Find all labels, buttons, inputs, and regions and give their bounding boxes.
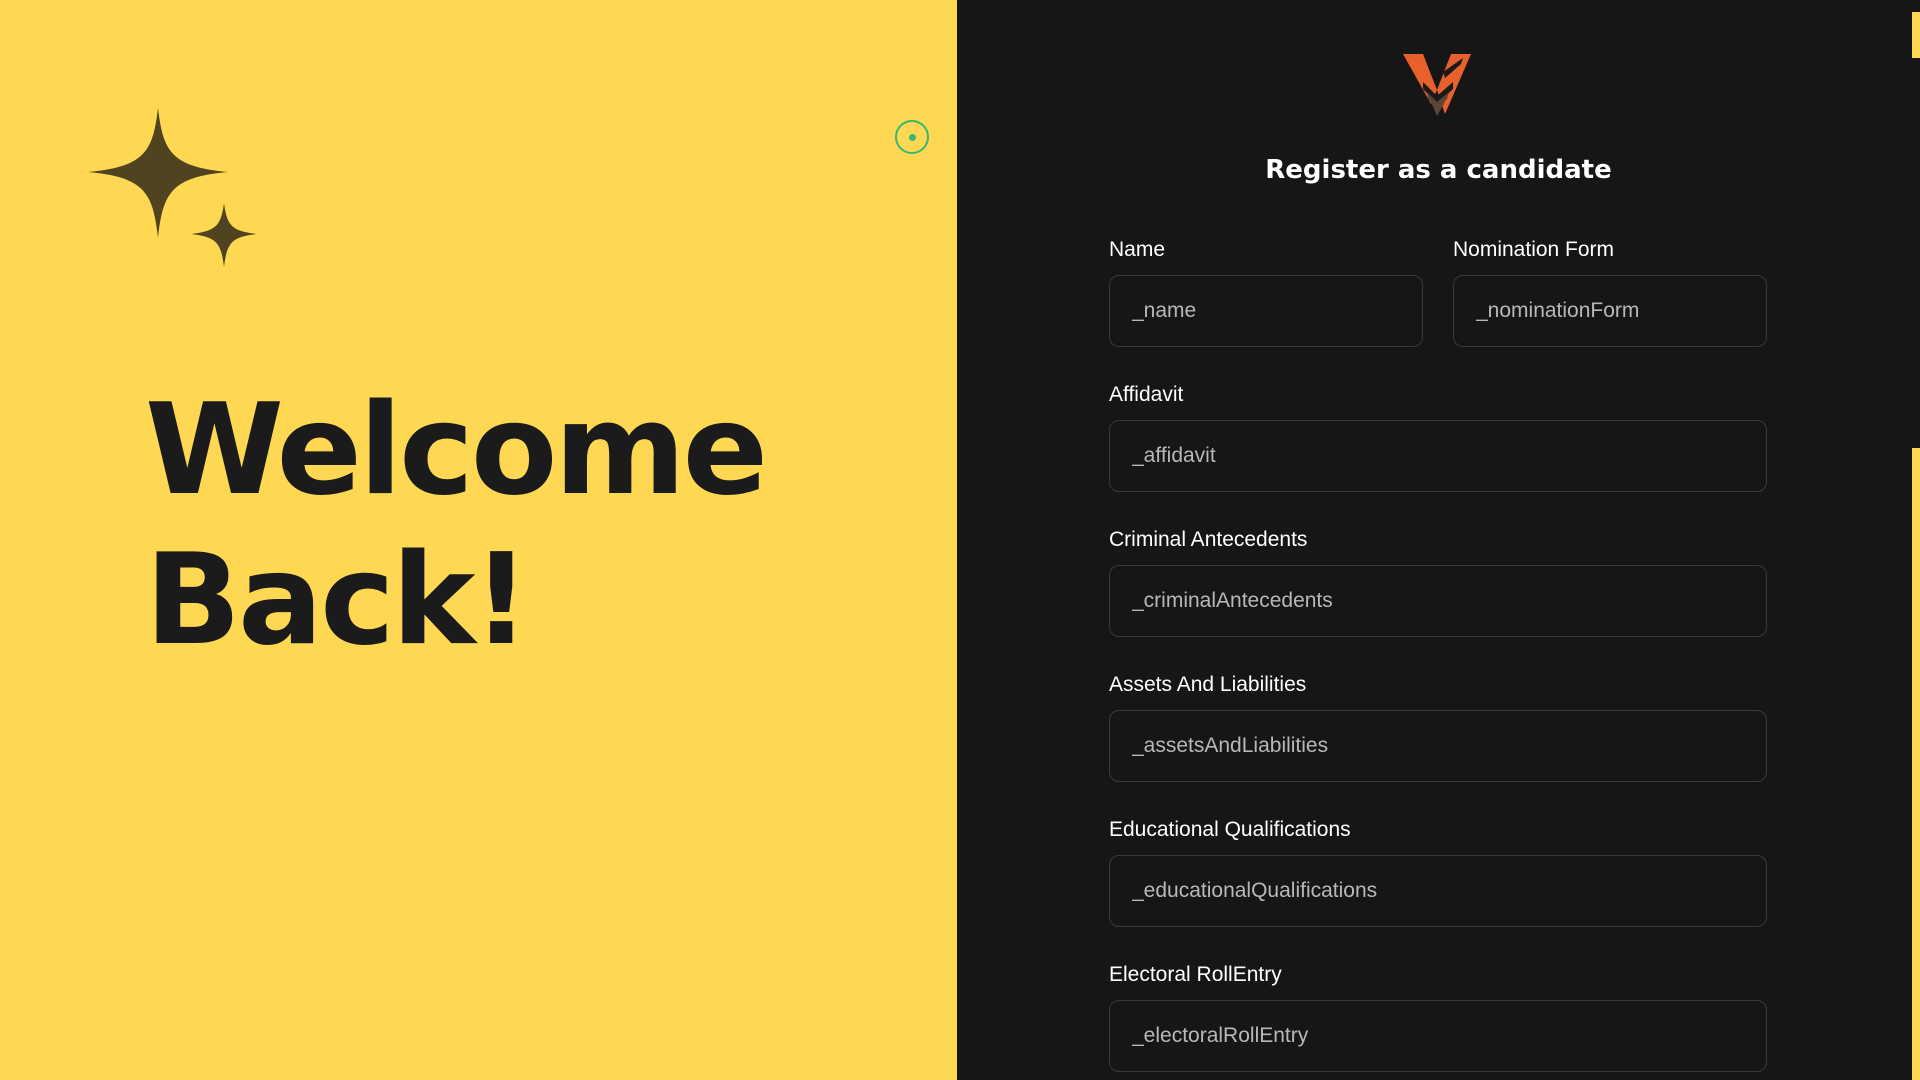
electoral-roll-entry-field-group: Electoral RollEntry	[1109, 961, 1767, 1072]
assets-and-liabilities-label: Assets And Liabilities	[1109, 673, 1307, 696]
welcome-heading-line-2: Back!	[145, 526, 530, 673]
registration-panel: Register as a candidate Name Nomination …	[957, 0, 1920, 1080]
form-row: Name Nomination Form	[1109, 236, 1767, 347]
nomination-form-input[interactable]	[1453, 275, 1767, 347]
educational-qualifications-input[interactable]	[1109, 855, 1767, 927]
large-sparkle-icon	[88, 108, 228, 238]
electoral-roll-entry-input[interactable]	[1109, 1000, 1767, 1072]
criminal-antecedents-label: Criminal Antecedents	[1109, 528, 1308, 551]
educational-qualifications-field-group: Educational Qualifications	[1109, 816, 1767, 927]
assets-and-liabilities-input[interactable]	[1109, 710, 1767, 782]
form-row: Criminal Antecedents	[1109, 526, 1767, 637]
welcome-panel: Welcome Back!	[0, 0, 957, 1080]
form-title: Register as a candidate	[1265, 155, 1612, 185]
form-row: Affidavit	[1109, 381, 1767, 492]
app-logo-icon	[1403, 54, 1471, 116]
criminal-antecedents-field-group: Criminal Antecedents	[1109, 526, 1767, 637]
form-row: Assets And Liabilities	[1109, 671, 1767, 782]
nomination-form-field-group: Nomination Form	[1453, 236, 1767, 347]
page: Welcome Back! Register as a candidate Na…	[0, 0, 1920, 1080]
welcome-heading-line-1: Welcome	[145, 376, 768, 523]
assets-and-liabilities-field-group: Assets And Liabilities	[1109, 671, 1767, 782]
nomination-form-label: Nomination Form	[1453, 238, 1615, 261]
affidavit-input[interactable]	[1109, 420, 1767, 492]
criminal-antecedents-input[interactable]	[1109, 565, 1767, 637]
form-row: Educational Qualifications	[1109, 816, 1767, 927]
small-sparkle-icon	[191, 203, 257, 267]
cursor-indicator	[895, 120, 929, 154]
name-input[interactable]	[1109, 275, 1423, 347]
scrollbar-thumb[interactable]	[1912, 58, 1920, 448]
name-label: Name	[1109, 238, 1166, 261]
affidavit-label: Affidavit	[1109, 383, 1184, 406]
scrollbar-top-cap	[1912, 0, 1920, 12]
welcome-heading: Welcome Back!	[145, 375, 768, 675]
electoral-roll-entry-label: Electoral RollEntry	[1109, 963, 1282, 986]
affidavit-field-group: Affidavit	[1109, 381, 1767, 492]
name-field-group: Name	[1109, 236, 1423, 347]
candidate-registration-form: Name Nomination Form Affidavit Criminal …	[1109, 236, 1767, 1080]
educational-qualifications-label: Educational Qualifications	[1109, 818, 1351, 841]
sparkle-icon	[88, 108, 257, 267]
form-row: Electoral RollEntry	[1109, 961, 1767, 1072]
